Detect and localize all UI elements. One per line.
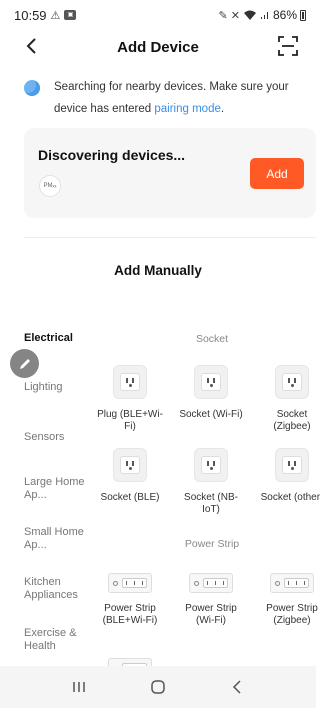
hint-suffix: .	[220, 103, 225, 115]
bluetooth-search-icon	[24, 80, 40, 96]
device-label: Plug (BLE+Wi-Fi)	[97, 409, 163, 432]
status-bar: 10:59 ⚠ ▣ ✎ ✕ 86%	[0, 0, 316, 30]
device-label: Socket (Wi-Fi)	[179, 409, 243, 420]
recents-icon	[73, 682, 86, 692]
category-lighting[interactable]: Lighting	[24, 381, 104, 394]
device-label: Socket (Zigbee)	[273, 409, 311, 432]
group-title-socket: Socket	[195, 333, 229, 345]
recents-button[interactable]	[59, 672, 99, 702]
discover-title: Discovering devices...	[38, 147, 186, 163]
socket-icon	[194, 448, 228, 482]
mute-icon: ✕	[230, 9, 240, 22]
device-label: Socket (BLE)	[100, 492, 160, 503]
add-button[interactable]: Add	[250, 158, 304, 189]
device-socket-zigbee[interactable]: Socket (Zigbee)	[257, 365, 320, 433]
device-label: Socket (other)	[260, 492, 320, 503]
device-label: Power Strip (Wi-Fi)	[185, 603, 237, 626]
top-bar: Add Device	[0, 30, 316, 64]
device-power-strip-ble-wifi[interactable]: Power Strip (BLE+Wi-Fi)	[95, 567, 165, 627]
add-manually-title: Add Manually	[114, 263, 202, 278]
device-label: Power Strip (Zigbee)	[266, 603, 318, 626]
socket-icon	[275, 448, 309, 482]
status-time: 10:59	[14, 7, 47, 23]
category-exercise-health[interactable]: Exercise & Health	[24, 627, 80, 653]
power-strip-icon	[270, 573, 314, 593]
category-kitchen-appliances[interactable]: Kitchen Appliances	[24, 576, 88, 602]
pairing-mode-link[interactable]: pairing mode	[154, 103, 220, 115]
device-plug-ble-wifi[interactable]: Plug (BLE+Wi-Fi)	[95, 365, 165, 433]
edit-button[interactable]	[10, 349, 39, 378]
device-power-strip-partial[interactable]	[95, 652, 165, 666]
back-arrow-icon	[232, 680, 241, 694]
scan-button[interactable]	[276, 34, 300, 58]
system-nav-bar	[0, 666, 316, 708]
search-hint: Searching for nearby devices. Make sure …	[24, 76, 314, 120]
power-strip-icon	[108, 573, 152, 593]
warning-icon: ⚠	[50, 9, 61, 22]
status-left: 10:59 ⚠ ▣	[14, 7, 77, 23]
home-button[interactable]	[138, 672, 178, 702]
device-label: Socket (NB-IoT)	[184, 492, 238, 515]
notification-icon: ▣	[64, 10, 77, 20]
category-small-home-appliances[interactable]: Small Home Ap...	[24, 526, 94, 552]
pencil-icon	[19, 358, 30, 369]
category-large-home-appliances[interactable]: Large Home Ap...	[24, 476, 94, 502]
pen-icon: ✎	[218, 9, 228, 22]
scan-icon	[278, 36, 298, 56]
home-icon	[151, 680, 165, 694]
page-title: Add Device	[117, 38, 199, 56]
device-socket-ble[interactable]: Socket (BLE)	[95, 448, 165, 504]
socket-icon	[113, 448, 147, 482]
system-back-button[interactable]	[217, 672, 257, 702]
device-power-strip-wifi[interactable]: Power Strip (Wi-Fi)	[176, 567, 246, 627]
socket-icon	[113, 365, 147, 399]
device-label: Power Strip (BLE+Wi-Fi)	[102, 603, 158, 626]
back-button[interactable]	[20, 34, 42, 58]
battery-icon	[300, 9, 306, 21]
socket-icon	[194, 365, 228, 399]
battery-percent: 86%	[272, 8, 297, 22]
hint-text: Searching for nearby devices. Make sure …	[54, 76, 314, 120]
discovered-device-chip[interactable]: PMₓₓ	[39, 175, 61, 197]
device-socket-nb-iot[interactable]: Socket (NB-IoT)	[176, 448, 246, 516]
group-title-power-strip: Power Strip	[184, 538, 240, 550]
status-right: ✎ ✕ 86%	[219, 8, 306, 22]
power-strip-icon	[189, 573, 233, 593]
power-strip-icon	[108, 658, 152, 666]
divider	[24, 237, 316, 238]
socket-icon	[275, 365, 309, 399]
device-socket-other[interactable]: Socket (other)	[257, 448, 320, 504]
device-socket-wifi[interactable]: Socket (Wi-Fi)	[176, 365, 246, 421]
category-electrical[interactable]: Electrical	[24, 332, 104, 345]
device-power-strip-zigbee[interactable]: Power Strip (Zigbee)	[257, 567, 320, 627]
category-sensors[interactable]: Sensors	[24, 431, 104, 444]
signal-icon	[260, 12, 268, 19]
discover-card: Discovering devices... PMₓₓ Add	[24, 128, 316, 218]
chevron-left-icon	[26, 38, 36, 54]
wifi-icon	[243, 10, 256, 20]
